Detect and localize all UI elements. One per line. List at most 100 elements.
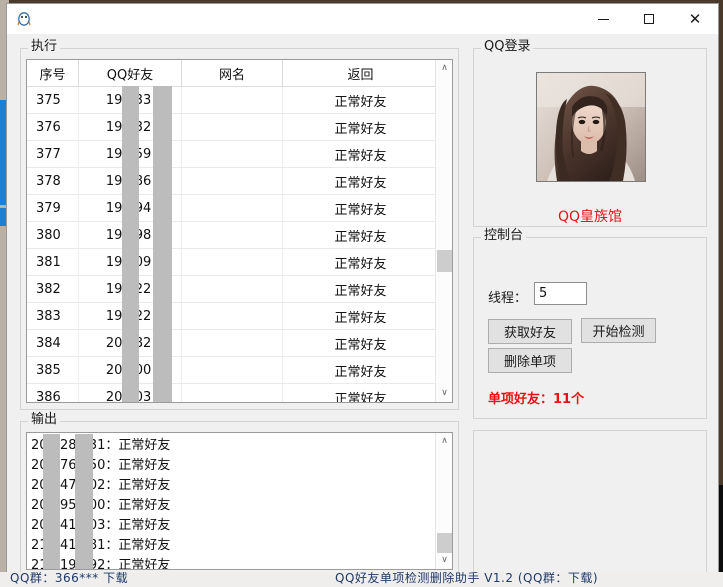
table-row[interactable]: 384 20 582 02 正常好友 bbox=[27, 330, 452, 357]
row-index: 377 bbox=[27, 141, 79, 167]
row-qq-number: 19 459 05 bbox=[79, 141, 182, 167]
qq-login-groupbox-title: QQ登录 bbox=[481, 40, 534, 54]
table-row[interactable]: 375 19 633 00 正常好友 bbox=[27, 87, 452, 114]
maximize-button[interactable] bbox=[626, 4, 672, 34]
output-groupbox-title: 输出 bbox=[28, 413, 61, 427]
table-row[interactable]: 385 20 800 69 正常好友 bbox=[27, 357, 452, 384]
row-index: 375 bbox=[27, 87, 79, 113]
row-qq-number: 19 322 89 bbox=[79, 276, 182, 302]
row-qq-number: 19 633 00 bbox=[79, 87, 182, 113]
column-header-4[interactable]: 返回 bbox=[283, 60, 439, 86]
listview-body[interactable]: 375 19 633 00 正常好友 376 19 832 98 正常好友 377 19 45… bbox=[27, 87, 452, 402]
column-header-3[interactable]: 网名 bbox=[182, 60, 283, 86]
row-result: 正常好友 bbox=[283, 330, 439, 356]
row-result: 正常好友 bbox=[283, 384, 439, 402]
row-nickname bbox=[182, 168, 283, 194]
row-result: 正常好友 bbox=[283, 114, 439, 140]
table-row[interactable]: 377 19 459 05 正常好友 bbox=[27, 141, 452, 168]
delete-single-button[interactable]: 删除单项 bbox=[488, 348, 572, 373]
client-area: 执行 序号 QQ好友 网名 返回 375 19 633 00 正常好友 376 19 832 … bbox=[7, 34, 718, 577]
output-line: 20 3478 02：正常好友 bbox=[31, 478, 171, 493]
row-result: 正常好友 bbox=[283, 141, 439, 167]
listview-scrollbar[interactable]: ∧ ∨ bbox=[435, 60, 452, 402]
row-index: 382 bbox=[27, 276, 79, 302]
row-nickname bbox=[182, 114, 283, 140]
row-nickname bbox=[182, 249, 283, 275]
row-index: 384 bbox=[27, 330, 79, 356]
row-index: 386 bbox=[27, 384, 79, 402]
output-line: 20 4956 00：正常好友 bbox=[31, 498, 171, 513]
table-row[interactable]: 382 19 322 89 正常好友 bbox=[27, 276, 452, 303]
row-nickname bbox=[182, 357, 283, 383]
row-qq-number: 20 003 04 bbox=[79, 384, 182, 402]
scroll-up-icon[interactable]: ∧ bbox=[436, 60, 452, 77]
output-groupbox: 输出 20 3285 31：正常好友 20 2766 50：正常好友 20 3478… bbox=[20, 413, 459, 577]
row-index: 380 bbox=[27, 222, 79, 248]
row-qq-number: 19 522 83 bbox=[79, 303, 182, 329]
output-lines: 20 3285 31：正常好友 20 2766 50：正常好友 20 3478 02… bbox=[31, 436, 431, 570]
output-textbox[interactable]: 20 3285 31：正常好友 20 2766 50：正常好友 20 3478 02… bbox=[26, 432, 453, 570]
output-line: 20 2766 50：正常好友 bbox=[31, 458, 171, 473]
get-friends-button[interactable]: 获取好友 bbox=[488, 319, 572, 344]
table-row[interactable]: 378 19 686 00 正常好友 bbox=[27, 168, 452, 195]
row-result: 正常好友 bbox=[283, 357, 439, 383]
row-qq-number: 19 832 98 bbox=[79, 114, 182, 140]
background-bottom-text-left: QQ群：366*** 下载 bbox=[10, 572, 129, 585]
row-nickname bbox=[182, 330, 283, 356]
table-row[interactable]: 376 19 832 98 正常好友 bbox=[27, 114, 452, 141]
row-nickname bbox=[182, 141, 283, 167]
row-index: 385 bbox=[27, 357, 79, 383]
exec-groupbox-title: 执行 bbox=[28, 40, 61, 54]
status-badge: 单项好友：11个 bbox=[488, 392, 585, 407]
screen: ✕ 执行 序号 QQ好友 网名 返回 375 19 633 00 正常好友 376 19 83… bbox=[0, 0, 723, 587]
row-index: 376 bbox=[27, 114, 79, 140]
output-scrollbar[interactable]: ∧ ∨ bbox=[435, 433, 452, 569]
row-qq-number: 19 094 20 bbox=[79, 195, 182, 221]
qq-nickname: QQ皇族馆 bbox=[557, 209, 623, 225]
row-result: 正常好友 bbox=[283, 303, 439, 329]
row-nickname bbox=[182, 303, 283, 329]
background-bottom-strip: QQ群：366*** 下载 QQ好友单项检测删除助手 V1.2 (QQ群：下载) bbox=[0, 572, 723, 587]
row-index: 379 bbox=[27, 195, 79, 221]
background-bottom-text-right: QQ好友单项检测删除助手 V1.2 (QQ群：下载) bbox=[335, 572, 599, 585]
table-row[interactable]: 380 19 898 92 正常好友 bbox=[27, 222, 452, 249]
row-result: 正常好友 bbox=[283, 87, 439, 113]
table-row[interactable]: 379 19 094 20 正常好友 bbox=[27, 195, 452, 222]
start-check-button[interactable]: 开始检测 bbox=[581, 318, 656, 343]
output-line: 20 9418 03：正常好友 bbox=[31, 518, 171, 533]
row-index: 383 bbox=[27, 303, 79, 329]
minimize-button[interactable] bbox=[580, 4, 626, 34]
output-line: 21 2413 81：正常好友 bbox=[31, 538, 171, 553]
table-row[interactable]: 381 19 309 88 正常好友 bbox=[27, 249, 452, 276]
output-line: 21 7190 92：正常好友 bbox=[31, 558, 171, 570]
row-result: 正常好友 bbox=[283, 168, 439, 194]
thread-count-input[interactable] bbox=[534, 282, 587, 305]
maximize-icon bbox=[644, 14, 654, 24]
row-qq-number: 20 582 02 bbox=[79, 330, 182, 356]
exec-groupbox: 执行 序号 QQ好友 网名 返回 375 19 633 00 正常好友 376 19 832 … bbox=[20, 40, 459, 410]
listview-header: 序号 QQ好友 网名 返回 bbox=[27, 60, 452, 87]
scroll-down-icon[interactable]: ∨ bbox=[436, 385, 452, 402]
avatar[interactable] bbox=[536, 72, 646, 182]
row-nickname bbox=[182, 87, 283, 113]
friends-listview[interactable]: 序号 QQ好友 网名 返回 375 19 633 00 正常好友 376 19 832 98 正… bbox=[26, 59, 453, 403]
blank-groupbox bbox=[473, 430, 707, 577]
scrollbar-thumb[interactable] bbox=[437, 250, 452, 272]
output-scroll-up-icon[interactable]: ∧ bbox=[436, 433, 452, 450]
table-row[interactable]: 386 20 003 04 正常好友 bbox=[27, 384, 452, 402]
row-index: 378 bbox=[27, 168, 79, 194]
row-qq-number: 19 898 92 bbox=[79, 222, 182, 248]
row-nickname bbox=[182, 222, 283, 248]
row-result: 正常好友 bbox=[283, 276, 439, 302]
window-controls: ✕ bbox=[580, 4, 718, 34]
row-result: 正常好友 bbox=[283, 222, 439, 248]
table-row[interactable]: 383 19 522 83 正常好友 bbox=[27, 303, 452, 330]
column-header-2[interactable]: QQ好友 bbox=[79, 60, 182, 86]
row-qq-number: 19 309 88 bbox=[79, 249, 182, 275]
close-button[interactable]: ✕ bbox=[672, 4, 718, 34]
output-line: 20 3285 31：正常好友 bbox=[31, 438, 171, 453]
app-window: ✕ 执行 序号 QQ好友 网名 返回 375 19 633 00 正常好友 376 19 83… bbox=[6, 3, 719, 577]
column-header-1[interactable]: 序号 bbox=[27, 60, 79, 86]
output-scrollbar-thumb[interactable] bbox=[437, 533, 452, 553]
output-scroll-down-icon[interactable]: ∨ bbox=[436, 552, 452, 569]
